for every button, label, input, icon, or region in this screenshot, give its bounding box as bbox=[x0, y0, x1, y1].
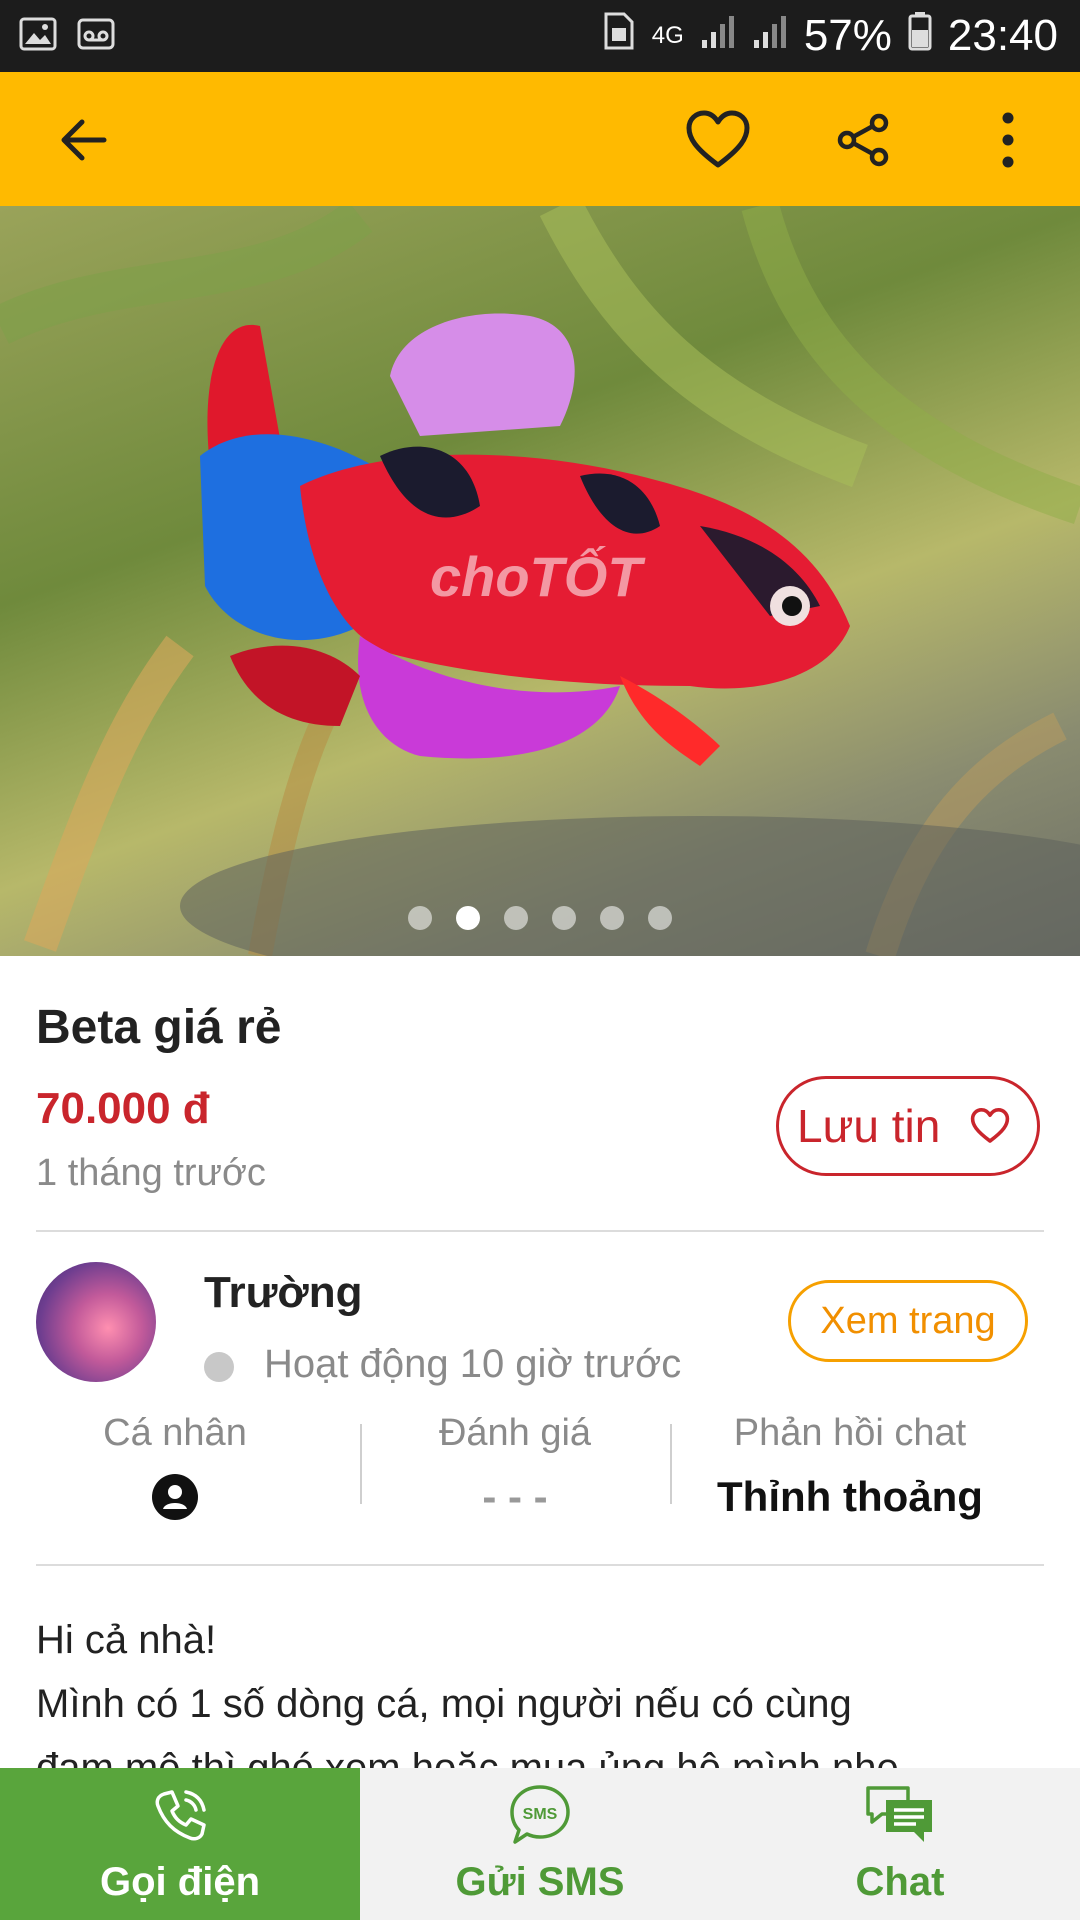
signal-icon-2 bbox=[752, 11, 788, 61]
more-button[interactable] bbox=[970, 102, 1046, 178]
share-button[interactable] bbox=[826, 102, 902, 178]
listing-price: 70.000 đ bbox=[36, 1084, 210, 1133]
rating-stat: Đánh giá - - - bbox=[380, 1412, 650, 1523]
carousel-dot[interactable] bbox=[552, 906, 576, 930]
description-line: Mình có 1 số dòng cá, mọi người nếu có c… bbox=[36, 1682, 852, 1726]
svg-text:SMS: SMS bbox=[523, 1806, 558, 1823]
battery-percent: 57% bbox=[803, 11, 892, 60]
watermark-text: choTỐT bbox=[430, 545, 646, 608]
chat-button[interactable]: Chat bbox=[720, 1768, 1080, 1920]
call-label: Gọi điện bbox=[100, 1860, 260, 1904]
seller-activity: Hoạt động 10 giờ trước bbox=[264, 1342, 682, 1386]
app-toolbar bbox=[0, 72, 1080, 206]
voicemail-notification-icon bbox=[76, 14, 116, 59]
stat-label: Đánh giá bbox=[438, 1412, 592, 1454]
description-line: Hi cả nhà! bbox=[36, 1618, 217, 1662]
carousel-indicator bbox=[0, 906, 1080, 930]
stat-label: Phản hồi chat bbox=[733, 1412, 967, 1454]
bottom-action-bar: Gọi điện SMS Gửi SMS Chat bbox=[0, 1768, 1080, 1920]
signal-icon bbox=[700, 11, 736, 61]
status-bar: 4G 57% 23:40 bbox=[0, 0, 1080, 72]
listing-title: Beta giá rẻ bbox=[36, 1001, 282, 1054]
battery-icon bbox=[908, 11, 932, 62]
share-icon bbox=[837, 113, 889, 167]
seller-avatar[interactable] bbox=[36, 1262, 156, 1382]
save-listing-button[interactable]: Lưu tin bbox=[776, 1076, 1040, 1176]
sms-label: Gửi SMS bbox=[455, 1860, 625, 1904]
stat-separator bbox=[360, 1424, 362, 1504]
carousel-dot[interactable] bbox=[504, 906, 528, 930]
phone-icon bbox=[155, 1790, 206, 1841]
posted-time: 1 tháng trước bbox=[36, 1152, 266, 1194]
sms-icon: SMS bbox=[510, 1785, 570, 1844]
gallery-notification-icon bbox=[18, 14, 58, 59]
call-button[interactable]: Gọi điện bbox=[0, 1768, 360, 1920]
heart-outline-icon bbox=[686, 110, 750, 168]
carousel-dot-active[interactable] bbox=[456, 906, 480, 930]
seller-type-stat: Cá nhân bbox=[40, 1412, 310, 1523]
save-listing-label: Lưu tin bbox=[797, 1100, 941, 1152]
carousel-dot[interactable] bbox=[600, 906, 624, 930]
stat-value: Thỉnh thoảng bbox=[717, 1473, 983, 1520]
more-vertical-icon bbox=[1002, 112, 1014, 168]
chat-response-stat: Phản hồi chat Thỉnh thoảng bbox=[690, 1412, 1010, 1523]
divider bbox=[36, 1564, 1044, 1566]
clock: 23:40 bbox=[947, 11, 1058, 60]
favorite-button[interactable] bbox=[680, 102, 756, 178]
carousel-dot[interactable] bbox=[408, 906, 432, 930]
network-type: 4G bbox=[651, 22, 684, 49]
chat-icon bbox=[866, 1786, 932, 1842]
activity-status-dot bbox=[204, 1352, 234, 1382]
stat-label: Cá nhân bbox=[103, 1412, 247, 1454]
chat-label: Chat bbox=[855, 1860, 945, 1904]
sms-button[interactable]: SMS Gửi SMS bbox=[360, 1768, 720, 1920]
arrow-left-icon bbox=[61, 119, 107, 161]
betta-fish-image: choTỐT bbox=[0, 206, 1080, 956]
product-image-carousel[interactable]: choTỐT bbox=[0, 206, 1080, 956]
back-button[interactable] bbox=[46, 102, 122, 178]
stat-value: - - - bbox=[482, 1473, 548, 1520]
stat-value bbox=[40, 1473, 310, 1523]
heart-outline-icon bbox=[971, 1108, 1010, 1143]
view-seller-page-button[interactable]: Xem trang bbox=[788, 1280, 1028, 1362]
stat-separator bbox=[670, 1424, 672, 1504]
seller-name[interactable]: Trường bbox=[204, 1268, 362, 1318]
sim-icon bbox=[602, 11, 636, 62]
carousel-dot[interactable] bbox=[648, 906, 672, 930]
person-icon bbox=[152, 1474, 198, 1520]
divider bbox=[36, 1230, 1044, 1232]
